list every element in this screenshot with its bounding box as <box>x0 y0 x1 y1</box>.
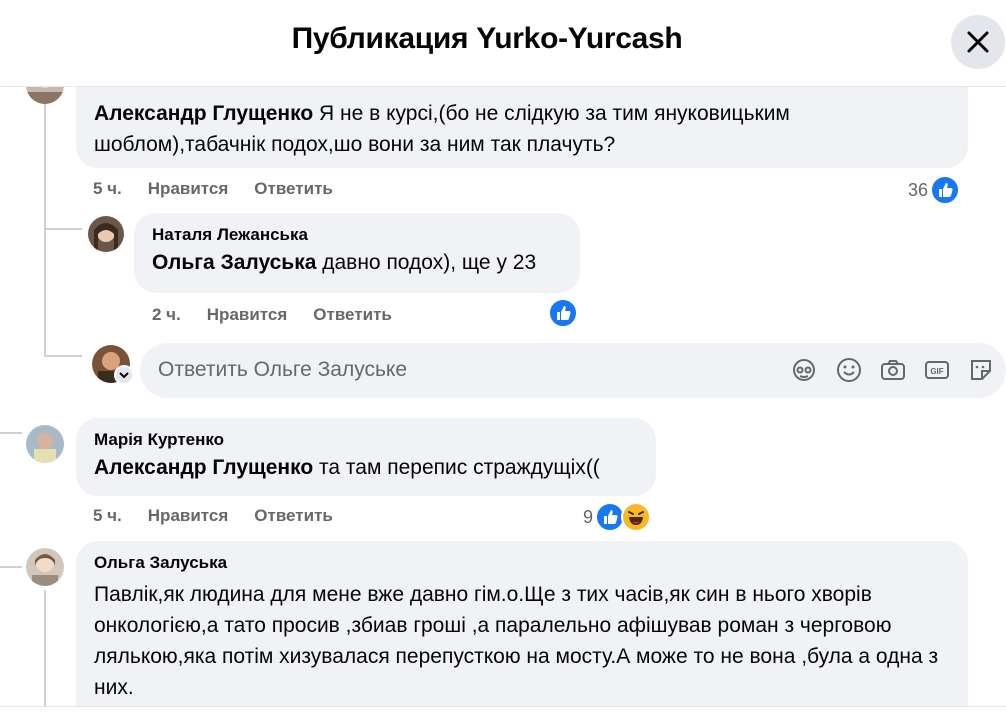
comment-text: Александр Глущенко Я не в курсі,(бо не с… <box>94 102 790 156</box>
like-button[interactable]: Нравится <box>207 305 288 325</box>
comment-actions: 5 ч. Нравится Ответить <box>93 506 333 526</box>
reply-input[interactable]: Ответить Ольге Залуське GIF <box>140 343 1006 398</box>
timestamp[interactable]: 5 ч. <box>93 506 122 526</box>
svg-text:GIF: GIF <box>930 367 943 376</box>
chevron-down-icon[interactable] <box>114 365 134 385</box>
like-reaction-icon <box>930 175 961 205</box>
reaction-count: 9 <box>583 506 594 527</box>
avatar-sticker-icon[interactable] <box>791 357 817 383</box>
thread-line <box>44 590 46 716</box>
comment-author[interactable]: Марія Куртенко <box>94 428 638 452</box>
reactions[interactable]: 36 <box>908 175 961 205</box>
comment-text: Павлік,як людина для мене вже давно гім.… <box>94 583 939 699</box>
comment-bubble: Наталя Лежанська Ольга Залуська давно по… <box>134 213 580 293</box>
comment-bubble: Ольга Залуська Павлік,як людина для мене… <box>76 541 968 716</box>
reaction-count: 36 <box>908 179 929 200</box>
comment-actions: 2 ч. Нравится Ответить <box>152 305 392 325</box>
reactions[interactable] <box>548 298 578 328</box>
close-button[interactable] <box>951 15 1005 69</box>
mention-link[interactable]: Александр Глущенко <box>94 102 313 125</box>
dialog-header: Публикация Yurko-Yurcash <box>0 0 1006 87</box>
like-reaction-icon <box>548 298 578 328</box>
thread-line <box>0 432 22 434</box>
timestamp[interactable]: 5 ч. <box>93 179 122 199</box>
comment-actions: 5 ч. Нравится Ответить <box>93 179 333 199</box>
comment-author[interactable]: Ольга Залуська <box>94 551 950 575</box>
thread-line <box>44 86 46 356</box>
emoji-icon[interactable] <box>836 357 862 383</box>
reply-button[interactable]: Ответить <box>254 179 333 199</box>
mention-link[interactable]: Александр Глущенко <box>94 456 313 479</box>
comment-text: Александр Глущенко та там перепис стражд… <box>94 456 600 479</box>
close-icon <box>967 31 989 53</box>
reply-placeholder: Ответить Ольге Залуське <box>158 358 408 381</box>
reply-button[interactable]: Ответить <box>313 305 392 325</box>
camera-icon[interactable] <box>880 357 906 383</box>
comment-author[interactable]: Наталя Лежанська <box>152 223 562 247</box>
composer-divider <box>0 706 1006 717</box>
like-button[interactable]: Нравится <box>148 506 229 526</box>
thread-line <box>44 355 82 357</box>
timestamp[interactable]: 2 ч. <box>152 305 181 325</box>
avatar[interactable] <box>88 216 124 252</box>
comment-bubble: Марія Куртенко Александр Глущенко та там… <box>76 418 656 496</box>
gif-icon[interactable]: GIF <box>924 357 950 383</box>
avatar[interactable] <box>26 548 64 586</box>
reactions[interactable]: 9 <box>583 502 652 532</box>
avatar[interactable] <box>26 425 64 463</box>
haha-reaction-icon <box>621 502 652 532</box>
mention-link[interactable]: Ольга Залуська <box>152 251 316 274</box>
reply-button[interactable]: Ответить <box>254 506 333 526</box>
comment-text: Ольга Залуська давно подох), ще у 23 <box>152 251 537 274</box>
thread-line <box>44 228 82 230</box>
dialog-title: Публикация Yurko-Yurcash <box>291 22 683 55</box>
sticker-icon[interactable] <box>968 357 994 383</box>
like-button[interactable]: Нравится <box>148 179 229 199</box>
thread-line <box>0 566 22 568</box>
